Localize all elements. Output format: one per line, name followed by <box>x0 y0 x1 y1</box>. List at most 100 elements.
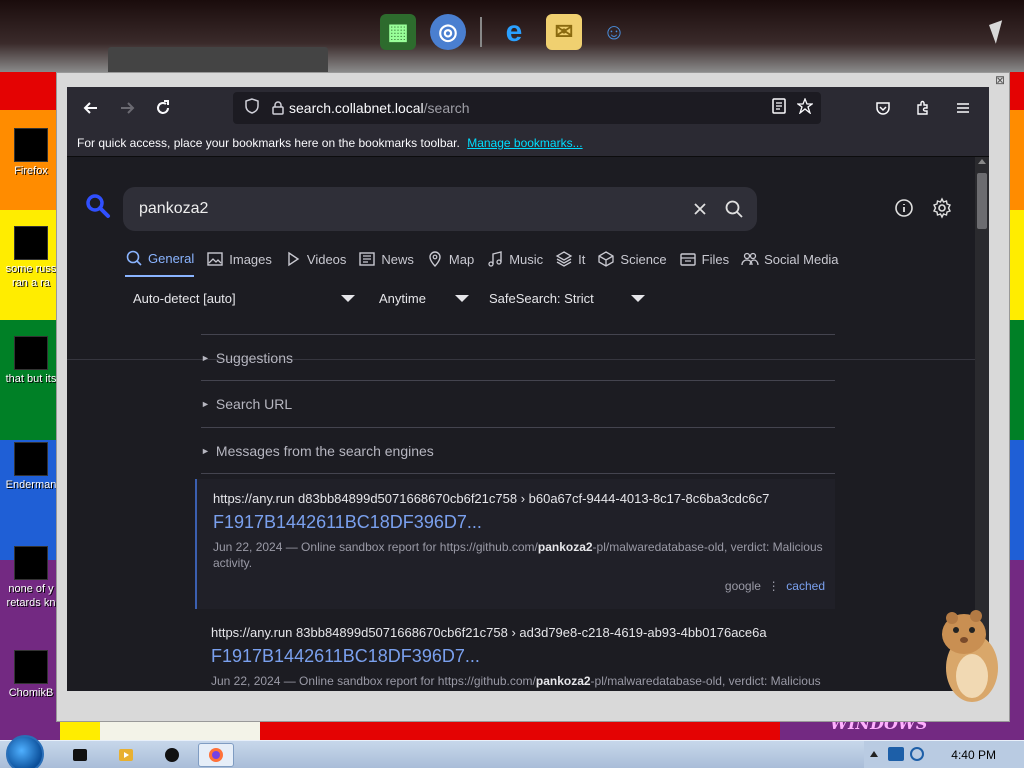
language-select-value: Auto-detect [auto] <box>133 291 236 306</box>
reader-view-icon[interactable] <box>771 98 787 118</box>
result-title-link[interactable]: F1917B1442611BC18DF396D7... <box>211 646 835 667</box>
search-url-toggle[interactable]: ► Search URL <box>201 380 835 426</box>
triangle-right-icon: ► <box>201 352 210 363</box>
tab-label: Files <box>701 251 730 267</box>
result-engine: google <box>724 579 761 593</box>
result-title-link[interactable]: F1917B1442611BC18DF396D7... <box>213 512 835 533</box>
image-icon <box>206 250 224 268</box>
hamburger-icon <box>957 103 969 113</box>
taskbar-app-3[interactable] <box>154 743 190 767</box>
hamster-sticker <box>942 610 998 702</box>
network-globe-icon[interactable]: ◎ <box>430 14 466 50</box>
tab-images[interactable]: Images <box>206 249 272 277</box>
desktop-icon-chomik[interactable]: ChomikB <box>2 650 60 700</box>
clear-search-button[interactable] <box>683 192 717 226</box>
internet-explorer-icon[interactable]: e <box>496 14 532 50</box>
time-range-value: Anytime <box>379 291 426 306</box>
browser-window-frame: ⊠ search.collabnet.local/search For quic… <box>56 72 1010 722</box>
desktop-icon-label: ChomikB <box>8 687 54 699</box>
desktop-icon-2[interactable]: some russ ran a ra <box>2 226 60 290</box>
network-tray-icon[interactable] <box>888 747 904 761</box>
map-pin-icon <box>426 250 444 268</box>
tab-files[interactable]: Files <box>679 249 729 277</box>
tab-label: It <box>578 251 586 267</box>
manage-bookmarks-link[interactable]: Manage bookmarks... <box>467 136 582 150</box>
taskbar-media-player[interactable] <box>108 743 144 767</box>
category-tabs: General Images Videos News Map Music It Science… <box>125 249 839 277</box>
people-icon <box>741 250 759 268</box>
lock-icon[interactable] <box>267 101 289 115</box>
dock-separator <box>480 17 482 47</box>
back-button[interactable] <box>73 92 109 124</box>
firefox-icon <box>209 748 223 762</box>
file-icon <box>14 226 48 260</box>
tab-it[interactable]: It <box>555 249 585 277</box>
desktop-icon-5[interactable]: none of y retards kn <box>2 546 60 610</box>
tray-expand-icon[interactable] <box>870 751 878 757</box>
app-icon <box>165 748 179 762</box>
taskbar-app-1[interactable] <box>62 743 98 767</box>
desktop-icon-firefox[interactable]: Firefox <box>2 128 60 178</box>
scrollbar-thumb[interactable] <box>977 173 987 229</box>
menu-button[interactable] <box>945 92 981 124</box>
tab-label: Images <box>229 251 272 267</box>
suggestions-toggle[interactable]: ► Suggestions <box>201 334 835 380</box>
browser-window: search.collabnet.local/search For quick … <box>67 87 989 691</box>
red-block <box>260 722 780 740</box>
result-url[interactable]: https://any.run d83bb84899d5071668670cb6… <box>213 491 835 506</box>
forward-button[interactable] <box>109 92 145 124</box>
url-path: /search <box>423 100 470 116</box>
bookmark-star-icon[interactable] <box>796 97 814 118</box>
close-icon[interactable]: ⊠ <box>995 73 1005 87</box>
searx-logo-icon[interactable] <box>85 193 111 219</box>
tab-map[interactable]: Map <box>426 249 474 277</box>
tab-general[interactable]: General <box>125 249 195 277</box>
reload-button[interactable] <box>145 92 181 124</box>
newspaper-icon <box>358 250 376 268</box>
music-note-icon <box>486 250 504 268</box>
bookmarks-message: For quick access, place your bookmarks h… <box>77 136 460 150</box>
shield-icon[interactable] <box>237 98 267 118</box>
time-range-select[interactable]: Anytime <box>369 291 469 306</box>
chevron-down-icon <box>341 295 355 302</box>
desktop-icon-label: Enderman <box>5 479 57 491</box>
result-meta: google ⋮ cached <box>724 579 825 593</box>
tab-news[interactable]: News <box>358 249 414 277</box>
result-desc-highlight: pankoza2 <box>535 674 591 688</box>
url-bar[interactable]: search.collabnet.local/search <box>233 92 821 124</box>
tab-social-media[interactable]: Social Media <box>741 249 839 277</box>
info-button[interactable] <box>891 195 917 221</box>
start-button[interactable] <box>6 735 44 768</box>
spreadsheet-icon[interactable]: ▦ <box>380 14 416 50</box>
scroll-up-icon[interactable] <box>978 159 986 164</box>
toolbar-right <box>865 92 981 124</box>
language-select[interactable]: Auto-detect [auto] <box>119 291 369 306</box>
play-icon <box>284 250 302 268</box>
extensions-button[interactable] <box>905 92 941 124</box>
result-desc-highlight: pankoza2 <box>537 540 593 554</box>
desktop-icon-3[interactable]: that but its <box>2 336 60 386</box>
engine-messages-toggle[interactable]: ► Messages from the search engines <box>201 427 835 473</box>
tab-science[interactable]: Science <box>597 249 667 277</box>
tab-videos[interactable]: Videos <box>284 249 346 277</box>
search-input[interactable]: pankoza2 <box>139 200 683 218</box>
mail-envelope-icon[interactable]: ✉ <box>546 14 582 50</box>
pocket-button[interactable] <box>865 92 901 124</box>
clock[interactable]: 4:40 PM <box>951 748 996 762</box>
taskbar-firefox[interactable] <box>198 743 234 767</box>
settings-button[interactable] <box>929 195 955 221</box>
tab-music[interactable]: Music <box>486 249 543 277</box>
search-submit-button[interactable] <box>717 192 751 226</box>
layers-icon <box>555 250 573 268</box>
media-player-icon <box>119 749 133 761</box>
pocket-icon <box>876 102 890 115</box>
desktop-icon-label: none of y retards kn <box>6 583 56 609</box>
result-url[interactable]: https://any.run 83bb84899d5071668670cb6f… <box>211 625 835 640</box>
tab-label: Social Media <box>764 251 839 267</box>
cached-link[interactable]: cached <box>786 579 825 593</box>
users-icon[interactable]: ☺ <box>596 14 632 50</box>
desktop-icon-enderman[interactable]: Enderman <box>2 442 60 492</box>
volume-tray-icon[interactable] <box>910 747 924 761</box>
triangle-right-icon: ► <box>201 445 210 456</box>
safesearch-select[interactable]: SafeSearch: Strict <box>469 291 645 306</box>
